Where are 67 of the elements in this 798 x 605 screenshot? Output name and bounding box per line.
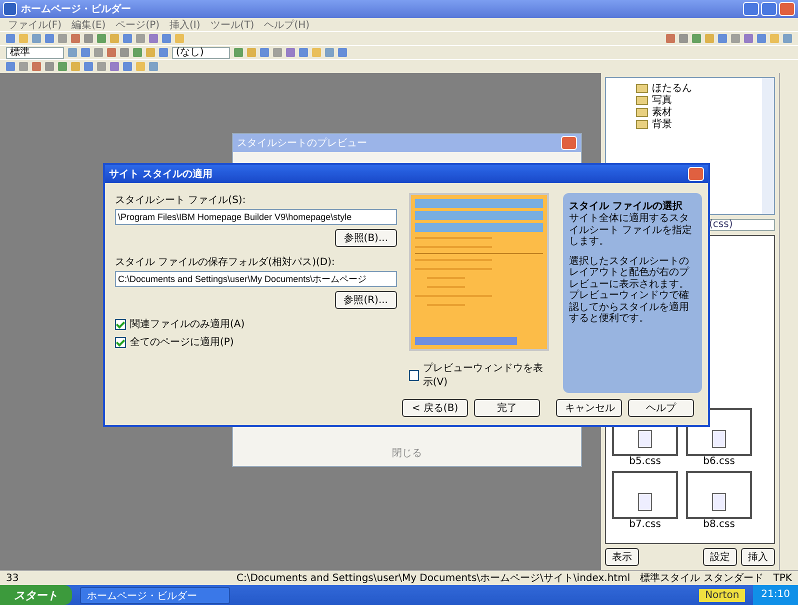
document-icon [712,430,726,448]
window-title: ホームページ・ビルダー [21,2,132,16]
font-dropdown[interactable]: (なし) [172,46,230,58]
path-field[interactable]: \Program Files\IBM Homepage Builder V9\homepage\style [115,209,397,225]
menu-item[interactable]: ツール(T) [210,18,254,32]
status-position: 33 [6,572,20,584]
menu-item[interactable]: 編集(E) [72,18,106,32]
file-name: b7.css [629,519,661,530]
scrollbar[interactable] [762,78,774,214]
checkbox-label[interactable]: 関連ファイルのみ適用(A) [130,317,245,331]
folder-name[interactable]: 写真 [652,93,672,107]
help-text: 選択したスタイルシートのレイアウトと配色が右のプレビューに表示されます。プレビューウィンドウで確認してからスタイルを適用すると便利です。 [569,256,690,324]
checkbox[interactable] [409,370,419,380]
panel-button[interactable]: 表示 [605,548,639,566]
clock: 21:10 [753,585,798,605]
menu-item[interactable]: ファイル(F) [8,18,62,32]
checkbox-label[interactable]: プレビューウィンドウを表示(V) [422,361,549,389]
document-icon [712,493,726,511]
status-mode: TPK [773,572,792,584]
path-field[interactable]: C:\Documents and Settings\user\My Documents\ホームページ [115,271,397,287]
status-path: C:\Documents and Settings\user\My Documents\ホームページ\サイト\index.html [235,572,630,585]
dialog-button[interactable]: 完了 [474,399,540,417]
dialog-button[interactable]: キャンセル [556,399,622,417]
taskbar-button[interactable]: ホームページ・ビルダー [80,586,230,604]
checkbox[interactable] [115,318,126,330]
paragraph-dropdown[interactable]: 標準 [6,46,64,58]
file-thumbnail[interactable] [612,471,678,519]
browse-button[interactable]: 参照(R)... [334,291,397,309]
status-style: 標準スタイル スタンダード [640,572,764,585]
field-label: スタイルシート ファイル(S): [115,194,247,207]
app-icon [3,2,17,16]
folder-icon [636,96,648,104]
close-button[interactable] [561,136,577,150]
close-button[interactable] [688,167,704,181]
menu-item[interactable]: 挿入(I) [170,18,200,32]
folder-icon [636,84,648,92]
minimize-button[interactable] [743,2,759,16]
dialog-button[interactable]: ヘルプ [628,399,694,417]
menu-item[interactable]: ヘルプ(H) [264,18,310,32]
panel-button[interactable]: 挿入 [741,548,775,566]
dialog-button[interactable]: < 戻る(B) [402,399,468,417]
document-icon [638,430,652,448]
folder-name[interactable]: 素材 [652,105,672,119]
dialog-title: サイト スタイルの適用 [109,167,212,181]
folder-name[interactable]: 背景 [652,117,672,131]
tray-label[interactable]: Norton [699,588,746,602]
panel-button[interactable]: 設定 [703,548,737,566]
checkbox[interactable] [115,336,126,348]
document-icon [638,493,652,511]
browse-button[interactable]: 参照(B)... [334,229,397,247]
folder-icon [636,120,648,128]
help-text: サイト全体に適用するスタイルシート ファイルを指定します。 [569,213,694,248]
file-name: b8.css [703,519,735,530]
file-name: b5.css [629,456,661,467]
file-thumbnail[interactable] [686,471,752,519]
start-button[interactable]: スタート [0,585,72,605]
checkbox-label[interactable]: 全てのページに適用(P) [130,335,234,349]
close-label: 閉じる [391,447,423,460]
window-title: スタイルシートのプレビュー [237,136,367,150]
folder-icon [636,108,648,116]
field-label: スタイル ファイルの保存フォルダ(相対パス)(D): [115,256,336,269]
menu-item[interactable]: ページ(P) [116,18,160,32]
folder-name[interactable]: ほたるん [652,81,692,95]
file-name: b6.css [703,456,735,467]
maximize-button[interactable] [761,2,777,16]
help-heading: スタイル ファイルの選択 [569,200,684,212]
close-button[interactable] [779,2,795,16]
